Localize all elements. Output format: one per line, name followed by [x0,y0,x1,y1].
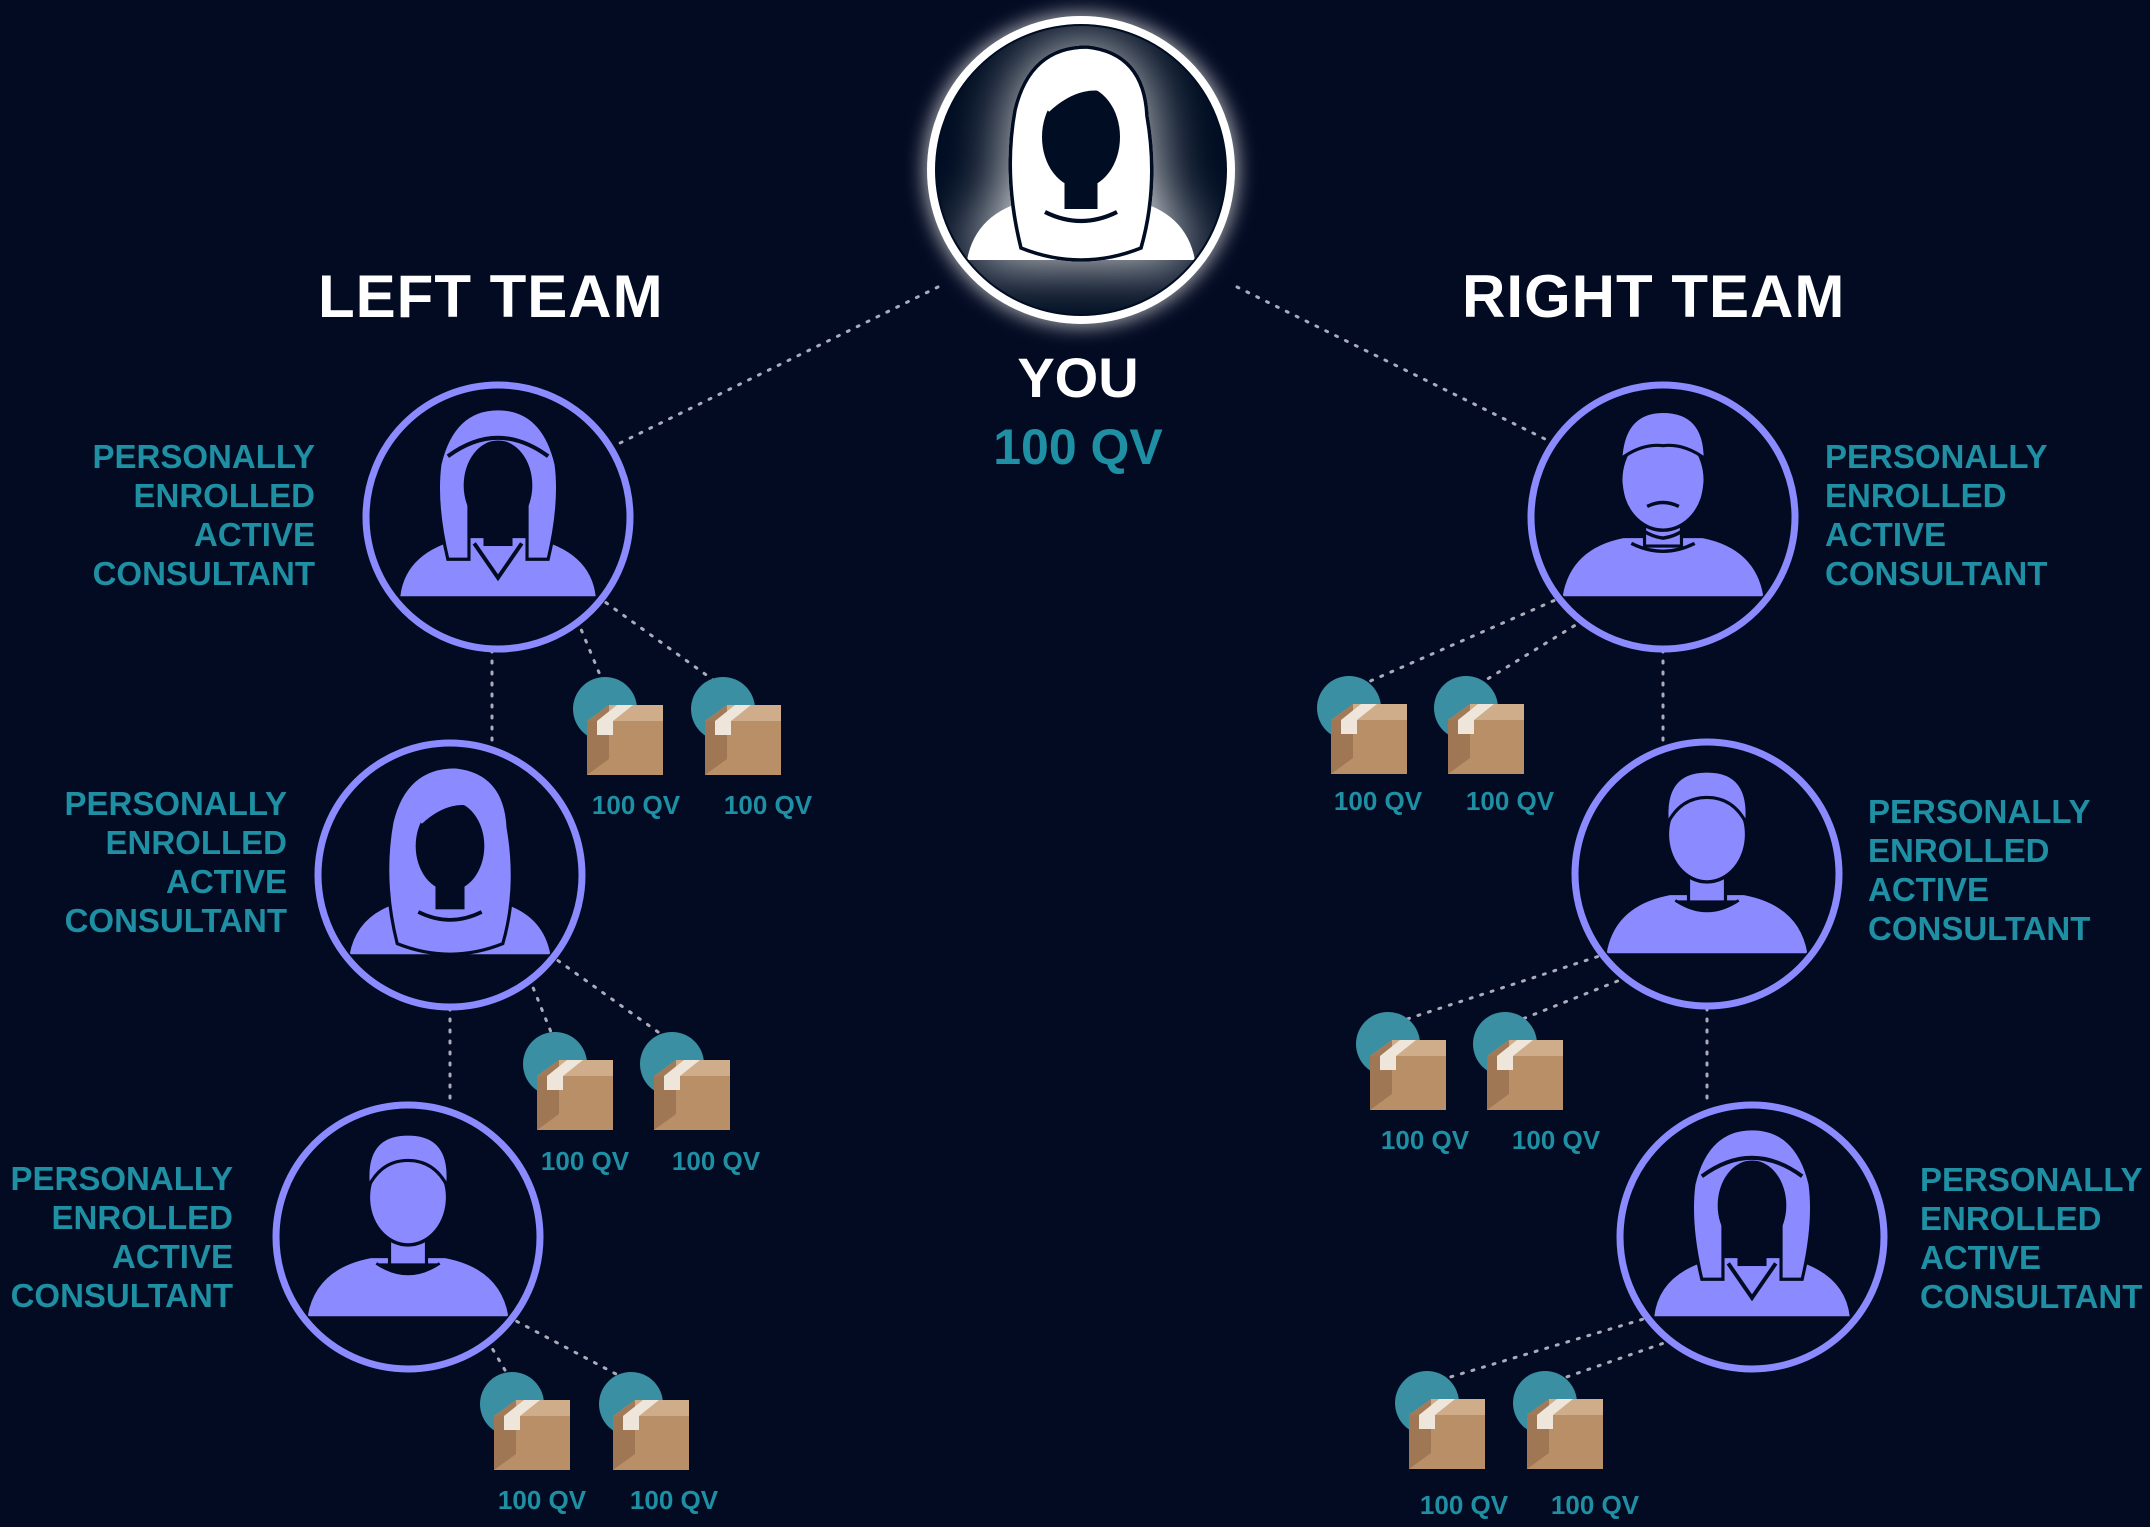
left-member-1-avatar [362,381,634,653]
box-icon [1527,1399,1603,1469]
right-member-2-avatar [1571,738,1843,1010]
order-qv-label: 100 QV [1419,1490,1509,1520]
order-item [523,1032,613,1130]
order-qv-label: 100 QV [629,1485,719,1515]
box-icon [654,1060,730,1130]
order-qv-label: 100 QV [540,1146,630,1176]
order-qv-label: 100 QV [723,790,813,820]
order-item [1356,1012,1446,1110]
order-item [573,677,663,775]
order-item [1434,676,1524,774]
connector-line [1474,618,1586,688]
order-qv-label: 100 QV [1465,786,1555,816]
order-qv-label: 100 QV [1550,1490,1640,1520]
left-member-2-avatar [314,739,586,1011]
box-icon [613,1400,689,1470]
connector-line [547,952,674,1044]
order-item [691,677,781,775]
right-member-2-role: PERSONALLY ENROLLED ACTIVE CONSULTANT [1868,793,2091,947]
order-item [1317,676,1407,774]
diagram-canvas [272,16,1888,1470]
connector-line [1396,951,1610,1024]
left-member-3-role: PERSONALLY ENROLLED ACTIVE CONSULTANT [10,1160,234,1314]
connector-line [575,618,607,689]
connector-line [1513,975,1630,1024]
you-label: YOU [1017,346,1139,409]
order-item [640,1032,730,1130]
order-item [1513,1371,1603,1469]
order-qv-label: 100 QV [497,1485,587,1515]
you-qv: 100 QV [993,419,1163,475]
order-item [1473,1012,1563,1110]
box-icon [1370,1040,1446,1110]
right-member-1-role: PERSONALLY ENROLLED ACTIVE CONSULTANT [1825,438,2048,592]
box-icon [537,1060,613,1130]
left-member-2-role: PERSONALLY ENROLLED ACTIVE CONSULTANT [64,785,288,939]
right-member-1-avatar [1527,381,1799,653]
order-item [480,1372,570,1470]
box-icon [1409,1399,1485,1469]
order-qv-label: 100 QV [671,1146,761,1176]
connector-line [1553,1338,1675,1383]
box-icon [1448,704,1524,774]
order-item [1395,1371,1485,1469]
box-icon [494,1400,570,1470]
right-member-3-role: PERSONALLY ENROLLED ACTIVE CONSULTANT [1920,1161,2143,1315]
connector-line [1357,594,1566,688]
box-icon [1487,1040,1563,1110]
order-qv-label: 100 QV [1511,1125,1601,1155]
order-item [599,1372,689,1470]
binary-team-diagram: LEFT TEAM RIGHT TEAM YOU 100 QV PERSONAL… [0,0,2150,1527]
you-avatar [927,16,1235,324]
order-qv-label: 100 QV [1380,1125,1470,1155]
connector-line [505,1314,633,1384]
connector-line [616,285,940,446]
box-icon [587,705,663,775]
left-team-title: LEFT TEAM [318,263,664,330]
order-qv-label: 100 QV [591,790,681,820]
left-member-3-avatar [272,1101,544,1373]
box-icon [705,705,781,775]
right-member-3-avatar [1616,1101,1888,1373]
left-member-1-role: PERSONALLY ENROLLED ACTIVE CONSULTANT [92,438,316,592]
box-icon [1331,704,1407,774]
right-team-title: RIGHT TEAM [1462,263,1846,330]
order-qv-label: 100 QV [1333,786,1423,816]
connector-line [595,594,725,689]
